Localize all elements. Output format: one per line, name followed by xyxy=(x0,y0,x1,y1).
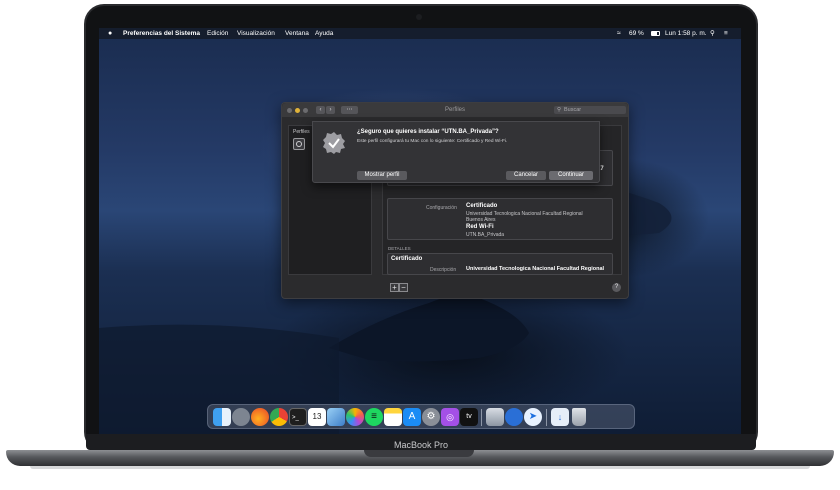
search-placeholder: Buscar xyxy=(564,107,582,113)
wifi-title: Red Wi-Fi xyxy=(466,224,494,230)
laptop-shadow xyxy=(30,466,810,469)
remove-profile-button[interactable]: − xyxy=(399,283,408,292)
notification-center-icon[interactable]: ≡ xyxy=(724,28,728,39)
apple-tv-icon[interactable]: tv xyxy=(460,408,478,426)
terminal-icon[interactable]: >_ xyxy=(289,408,307,426)
install-confirmation-sheet: ¿Seguro que quieres instalar “UTN.BA_Pri… xyxy=(312,121,600,183)
show-profile-button[interactable]: Mostrar perfil xyxy=(357,171,407,180)
config-label: Configuración xyxy=(426,205,457,211)
menu-ventana[interactable]: Ventana xyxy=(285,28,309,39)
calendar-day: 13 xyxy=(312,412,322,421)
preview-icon[interactable] xyxy=(327,408,345,426)
battery-fill xyxy=(652,32,657,35)
trash-icon[interactable] xyxy=(572,408,586,426)
sidebar-header: Perfiles xyxy=(293,129,310,135)
details-header: DETALLES xyxy=(388,246,411,251)
podcasts-icon[interactable]: ◎ xyxy=(441,408,459,426)
config-line-2: Buenos Aires xyxy=(466,217,496,223)
apple-menu-icon[interactable]: ● xyxy=(108,28,112,39)
desktop-screen: ● Preferencias del Sistema Edición Visua… xyxy=(99,28,741,434)
spotlight-icon[interactable]: ⚲ xyxy=(710,28,715,39)
dock-separator-2 xyxy=(546,409,547,426)
safari-icon[interactable]: ➤ xyxy=(524,408,542,426)
menu-bar: ● Preferencias del Sistema Edición Visua… xyxy=(99,28,741,39)
menu-ayuda[interactable]: Ayuda xyxy=(315,28,333,39)
notes-icon[interactable] xyxy=(384,408,402,426)
battery-percent[interactable]: 69 % xyxy=(629,28,644,39)
description-label: Descripción xyxy=(430,267,457,273)
downloads-icon[interactable]: ↓ xyxy=(551,408,569,426)
app-store-icon[interactable]: A xyxy=(403,408,421,426)
search-icon: ⚲ xyxy=(557,107,562,113)
details-section-title: Certificado xyxy=(391,256,423,262)
photos-icon[interactable] xyxy=(346,408,364,426)
dock-separator xyxy=(481,409,482,426)
wifi-icon[interactable]: ≈ xyxy=(617,28,621,39)
laptop-opening-notch xyxy=(364,450,474,457)
search-field[interactable]: ⚲ Buscar xyxy=(554,106,626,114)
config-title: Certificado xyxy=(466,203,498,209)
cancel-button[interactable]: Cancelar xyxy=(506,171,546,180)
wifi-subtitle: UTN.BA_Privada xyxy=(466,232,505,238)
firefox-icon[interactable] xyxy=(251,408,269,426)
help-button[interactable]: ? xyxy=(612,283,621,292)
launchpad-icon[interactable] xyxy=(232,408,250,426)
airdrop-icon[interactable] xyxy=(505,408,523,426)
sheet-message: Este perfil configurará tu Mac con lo si… xyxy=(357,139,508,144)
camera xyxy=(416,14,422,20)
add-profile-button[interactable]: + xyxy=(390,283,399,292)
continue-button[interactable]: Continuar xyxy=(549,171,593,180)
menu-app-name[interactable]: Preferencias del Sistema xyxy=(123,28,200,39)
battery-icon[interactable] xyxy=(651,31,660,36)
system-preferences-icon[interactable]: ⚙ xyxy=(422,408,440,426)
image-capture-icon[interactable] xyxy=(486,408,504,426)
certificate-badge-icon xyxy=(323,132,345,154)
profile-item-icon[interactable] xyxy=(293,138,305,150)
clock[interactable]: Lun 1:58 p. m. xyxy=(665,28,707,39)
menu-edicion[interactable]: Edición xyxy=(207,28,228,39)
configuration-card: Configuración Certificado Universidad Te… xyxy=(387,198,613,240)
calendar-icon[interactable]: 13 xyxy=(308,408,326,426)
menu-visualizacion[interactable]: Visualización xyxy=(237,28,275,39)
finder-icon[interactable] xyxy=(213,408,231,426)
chrome-icon[interactable] xyxy=(270,408,288,426)
sheet-title: ¿Seguro que quieres instalar “UTN.BA_Pri… xyxy=(357,129,499,135)
profile-gear-icon xyxy=(296,141,302,147)
apple-tv-label: tv xyxy=(466,413,472,420)
device-label: MacBook Pro xyxy=(393,440,449,450)
dock: >_ 13 ≡ A ⚙ ◎ tv ➤ ↓ xyxy=(207,404,635,429)
spotify-icon[interactable]: ≡ xyxy=(365,408,383,426)
details-card: Certificado Descripción Universidad Tecn… xyxy=(387,253,613,275)
description-value: Universidad Tecnologica Nacional Faculta… xyxy=(466,266,605,272)
